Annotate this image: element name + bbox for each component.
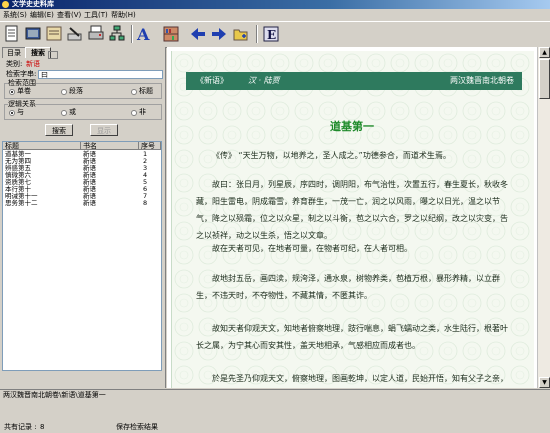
paragraph-2: 故曰：张日月，列星辰，序四时，调阴阳，布气治性，次置五行，春生夏长，秋收冬藏，阳… [196, 180, 508, 240]
status-path: 两汉魏晋南北朝卷\新语\道基第一 [3, 391, 106, 399]
col-header-title[interactable]: 标题 [3, 142, 81, 150]
tab-catalog[interactable]: 目录 [2, 47, 26, 58]
tab-extra-icon[interactable] [48, 51, 58, 59]
menu-view[interactable]: 查看(V) [57, 10, 81, 20]
logic-radio-or[interactable] [61, 110, 67, 116]
menu-tools[interactable]: 工具(T) [84, 10, 108, 20]
chapter-title: 道基第一 [330, 120, 374, 133]
svg-text:E: E [267, 28, 276, 42]
tree-icon[interactable] [108, 24, 126, 44]
keyword-input[interactable]: 曰 [38, 70, 163, 79]
toolbar: A E [0, 21, 550, 48]
menu-help[interactable]: 帮助(H) [111, 10, 136, 20]
scope-radio-volume[interactable] [9, 89, 15, 95]
toolbar-separator [131, 25, 133, 43]
scope-option-title: 标题 [139, 87, 153, 95]
menu-edit[interactable]: 编辑(E) [30, 10, 54, 20]
print-icon[interactable] [87, 24, 105, 44]
forward-arrow-icon[interactable] [210, 24, 228, 44]
logic-radio-not[interactable] [131, 110, 137, 116]
window-title: 文学史史料库 [12, 0, 54, 8]
paragraph-4: 故地封五岳，画四渎，规洿泽，通水泉，树物养类，苞植万根，暴形养精，以立群生，不违… [196, 274, 500, 300]
table-row[interactable]: 思务第十二 新语 8 [3, 200, 161, 207]
toolbar-separator [256, 25, 258, 43]
search-button[interactable]: 搜索 [45, 124, 73, 136]
e-icon[interactable]: E [262, 24, 280, 44]
scope-option-paragraph: 段落 [69, 87, 83, 95]
book-icon[interactable] [24, 24, 42, 44]
col-header-book[interactable]: 书名 [81, 142, 139, 150]
paragraph-3: 故在天者可见，在地者可量，在物者可纪，在人者可相。 [212, 244, 412, 253]
search-panel: 目录 搜索 类别: 新语 检索字串: 曰 检索范围 单卷 段落 标题 逻辑关系 … [0, 47, 166, 431]
results-footer: 共有记录 : 8 保存检索结果 [0, 421, 165, 433]
row-index: 8 [143, 199, 148, 207]
paragraph-text: 《传》 “天生万物，以地养之，圣人成之。”功德参合，而道术生焉。 [212, 151, 451, 160]
app-icon [2, 1, 9, 8]
app-window: 文学史史料库 系统(S) 编辑(E) 查看(V) 工具(T) 帮助(H) A E… [0, 0, 550, 431]
record-count: 8 [40, 423, 45, 431]
logic-option-not: 非 [139, 108, 146, 116]
logic-option-or: 或 [69, 108, 76, 116]
logic-radio-and[interactable] [9, 110, 15, 116]
font-icon[interactable]: A [135, 24, 153, 44]
title-bar: 文学史史料库 [0, 0, 550, 9]
paragraph-1: 《传》 “天生万物，以地养之，圣人成之。”功德参合，而道术生焉。 [196, 147, 514, 164]
menu-system[interactable]: 系统(S) [3, 10, 27, 20]
scope-radio-title[interactable] [131, 89, 137, 95]
scope-option-volume: 单卷 [17, 87, 31, 95]
save-results-link[interactable]: 保存检索结果 [116, 423, 158, 432]
page-icon[interactable] [3, 24, 21, 44]
reader-banner: 《新语》 汉 · 陆贾 两汉魏晋南北朝卷 [186, 72, 522, 90]
keyword-label: 检索字串: [6, 70, 37, 78]
svg-text:A: A [136, 25, 150, 44]
status-bar: 两汉魏晋南北朝卷\新语\道基第一 [0, 389, 550, 401]
row-title: 思务第十二 [5, 199, 38, 207]
menu-bar: 系统(S) 编辑(E) 查看(V) 工具(T) 帮助(H) [0, 10, 550, 20]
paragraph-5: 故知天者仰观天文，知地者俯察地理，跂行喘息，蜎飞蠕动之类，水生陆行，根著叶长之属… [196, 324, 508, 350]
record-count-label: 共有记录 : [4, 423, 37, 431]
manuscript-icon[interactable] [45, 24, 63, 44]
logic-option-and: 与 [17, 108, 24, 116]
bookcase-icon[interactable] [162, 24, 180, 44]
reader-scrollbar[interactable]: ▲ ▼ [537, 47, 550, 388]
results-table: 标题 书名 序号 道基第一 新语 1 无为第四 新语 2 辨惑第五 新语 3 慎微第六 新语 4 资质第… [2, 141, 162, 371]
folder-add-icon[interactable] [232, 24, 250, 44]
show-button[interactable]: 显示 [90, 124, 118, 136]
scroll-thumb[interactable] [539, 59, 550, 99]
row-book: 新语 [83, 199, 96, 207]
col-header-index[interactable]: 序号 [139, 142, 161, 150]
category-label: 类别: [6, 60, 23, 68]
category-value: 新语 [26, 60, 40, 68]
scroll-down-arrow-icon[interactable]: ▼ [539, 377, 550, 388]
paragraph-6: 於是先圣乃仰观天文，俯察地理，图画乾坤，以定人道，民始开悟，知有父子之亲，君臣之… [212, 374, 508, 383]
banner-book: 《新语》 [196, 76, 228, 85]
scope-radio-paragraph[interactable] [61, 89, 67, 95]
pen-icon[interactable] [66, 24, 84, 44]
scroll-up-arrow-icon[interactable]: ▲ [539, 47, 550, 58]
back-arrow-icon[interactable] [189, 24, 207, 44]
banner-author: 汉 · 陆贾 [248, 76, 280, 85]
banner-volume: 两汉魏晋南北朝卷 [450, 76, 514, 85]
